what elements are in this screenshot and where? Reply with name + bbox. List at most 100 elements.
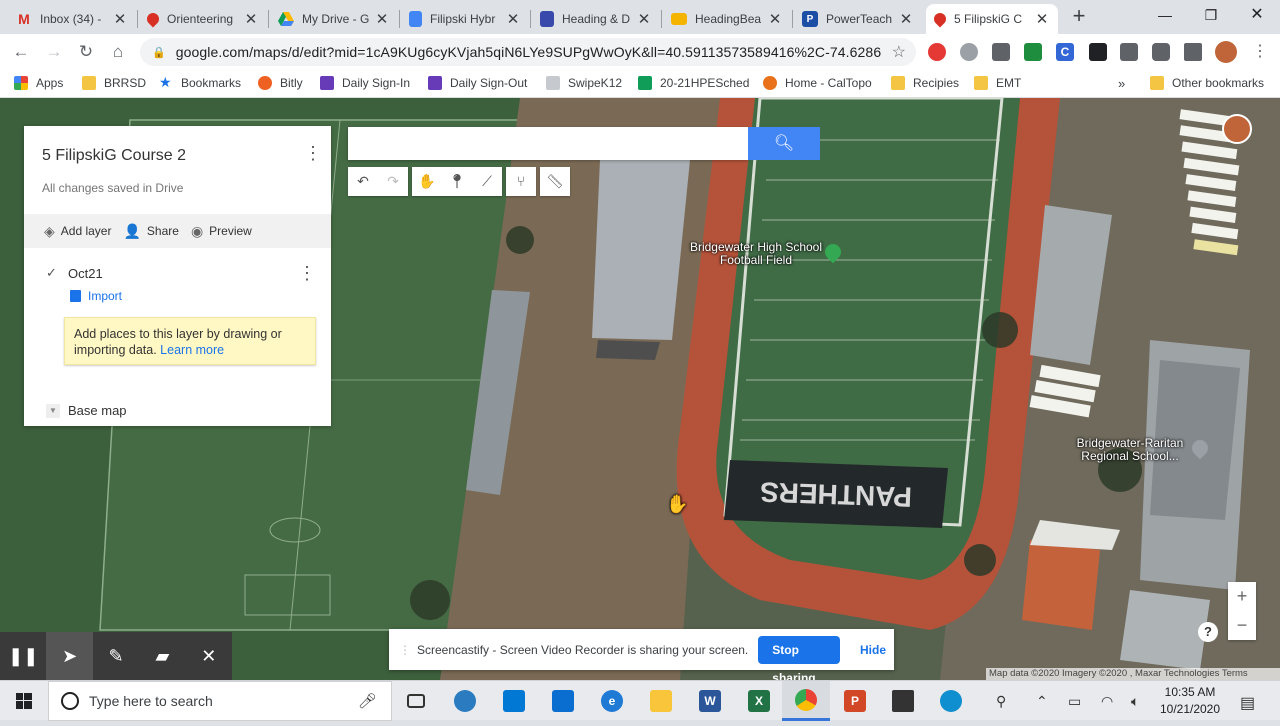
address-bar[interactable]: 🔒 google.com/maps/d/edit?mid=1cA9KUg6cyK… <box>140 38 916 66</box>
minimize-button[interactable]: — <box>1142 4 1188 28</box>
microphone-icon[interactable]: 🎤︎ <box>358 692 377 710</box>
add-marker-icon[interactable]: 📍︎ <box>442 167 472 196</box>
user-avatar[interactable] <box>1222 114 1252 144</box>
tab-heading-d[interactable]: Heading & D ✕ <box>532 4 660 34</box>
taskbar-chrome[interactable] <box>782 681 830 721</box>
extension-c-icon[interactable]: C <box>1056 43 1074 61</box>
bookmark-recipies[interactable]: Recipies <box>891 76 959 90</box>
taskbar-excel[interactable]: X <box>735 681 783 721</box>
people-icon[interactable]: ⚲ <box>996 693 1006 710</box>
profile-avatar[interactable] <box>1215 41 1237 63</box>
bookmark-caltopo[interactable]: Home - CalTopo <box>763 76 872 90</box>
taskbar-file-explorer[interactable] <box>637 681 685 721</box>
tab-my-drive[interactable]: My Drive - G ✕ <box>270 4 398 34</box>
close-tab-icon[interactable]: ✕ <box>505 10 521 28</box>
bookmark-bitly[interactable]: Bitly <box>258 76 303 90</box>
pen-tool-icon[interactable]: ✎ <box>93 632 139 680</box>
pause-icon[interactable]: ❚❚ <box>0 632 46 680</box>
ruler-icon[interactable]: 📏︎ <box>540 167 570 196</box>
zoom-out-button[interactable]: − <box>1228 611 1256 640</box>
bookmark-daily-sign-out[interactable]: Daily Sign-Out <box>428 76 527 90</box>
task-view-button[interactable] <box>392 681 440 721</box>
cast-icon[interactable] <box>1184 43 1202 61</box>
extensions-puzzle-icon[interactable] <box>1152 43 1170 61</box>
close-tab-icon[interactable]: ✕ <box>1034 10 1050 28</box>
close-tab-icon[interactable]: ✕ <box>374 10 390 28</box>
share-button[interactable]: 👤 Share <box>123 223 178 240</box>
redo-icon[interactable]: ↷ <box>378 167 408 196</box>
layer-row[interactable]: ✓ Oct21 <box>46 265 103 281</box>
close-tab-icon[interactable]: ✕ <box>243 10 259 28</box>
extension-grid-icon[interactable] <box>1120 43 1138 61</box>
bookmark-star-icon[interactable]: ☆ <box>892 42 906 62</box>
tab-powerteacher[interactable]: P PowerTeach ✕ <box>794 4 922 34</box>
home-icon[interactable]: ⌂ <box>106 40 130 64</box>
hide-button[interactable]: Hide <box>852 643 894 657</box>
map-search-button[interactable]: 🔍︎ <box>748 127 820 160</box>
taskbar-app-1[interactable] <box>441 681 489 721</box>
hand-tool-icon[interactable]: ✋ <box>412 167 442 196</box>
place-label-school[interactable]: Bridgewater-Raritan Regional School... <box>1060 437 1200 463</box>
bookmark-emt[interactable]: EMT <box>974 76 1021 90</box>
place-label-football-field[interactable]: Bridgewater High School Football Field <box>686 241 826 267</box>
taskbar-calculator[interactable] <box>879 681 927 721</box>
taskbar-store[interactable] <box>490 681 538 721</box>
bookmarks-overflow-chevron-icon[interactable]: » <box>1118 76 1125 91</box>
map-search-input[interactable] <box>348 127 748 160</box>
bookmark-swipek12[interactable]: SwipeK12 <box>546 76 622 90</box>
taskbar-powerpoint[interactable]: P <box>831 681 879 721</box>
taskbar-edge-legacy[interactable]: e <box>588 681 636 721</box>
directions-icon[interactable]: ⑂ <box>506 167 536 196</box>
learn-more-link[interactable]: Learn more <box>160 343 224 357</box>
close-tab-icon[interactable]: ✕ <box>636 10 652 28</box>
bookmark-hpe-sched[interactable]: 20-21HPESched <box>638 76 749 90</box>
extension-shield-icon[interactable] <box>992 43 1010 61</box>
taskbar-clock[interactable]: 10:35 AM 10/21/2020 <box>1158 684 1222 718</box>
close-window-button[interactable]: ✕ <box>1234 4 1280 28</box>
notifications-icon[interactable]: ▤ <box>1240 693 1255 713</box>
close-tab-icon[interactable]: ✕ <box>767 10 783 28</box>
close-tab-icon[interactable]: ✕ <box>112 10 128 28</box>
base-map-row[interactable]: ▼ Base map <box>46 403 127 418</box>
map-attribution[interactable]: Map data ©2020 Imagery ©2020 , Maxar Tec… <box>986 668 1280 680</box>
layer-name[interactable]: Oct21 <box>68 266 103 281</box>
extension-flag-icon[interactable] <box>1024 43 1042 61</box>
bookmark-bookmarks[interactable]: ★ Bookmarks <box>159 75 241 90</box>
volume-icon[interactable]: 🔈︎ <box>1131 693 1139 710</box>
taskbar-word[interactable]: W <box>686 681 734 721</box>
show-hidden-icons-chevron-icon[interactable]: ⌃ <box>1036 693 1048 710</box>
wifi-icon[interactable]: ◠ <box>1101 693 1113 710</box>
close-icon[interactable]: ✕ <box>186 632 232 680</box>
expand-arrow-icon[interactable]: ▼ <box>46 403 60 418</box>
zoom-in-button[interactable]: + <box>1228 582 1256 611</box>
reload-button[interactable]: ↻ <box>74 40 98 64</box>
map-options-kebab-icon[interactable]: ⋮ <box>304 144 322 164</box>
tab-headingbea[interactable]: HeadingBea ✕ <box>663 4 791 34</box>
help-icon[interactable]: ? <box>1198 622 1218 642</box>
bookmark-daily-sign-in[interactable]: Daily Sign-In <box>320 76 410 90</box>
forward-button[interactable]: → <box>42 40 66 64</box>
bookmark-apps[interactable]: Apps <box>14 76 63 90</box>
pointer-tool-icon[interactable]: ➤ <box>46 632 93 680</box>
windows-start-button[interactable] <box>0 681 48 721</box>
eraser-tool-icon[interactable]: ▰ <box>139 632 185 680</box>
undo-icon[interactable]: ↶ <box>348 167 378 196</box>
bookmark-other-bookmarks[interactable]: Other bookmarks <box>1150 76 1264 90</box>
import-link[interactable]: Import <box>70 289 122 303</box>
tab-my-maps-active[interactable]: 5 FilipskiG C ✕ <box>926 4 1058 34</box>
extension-help-icon[interactable] <box>960 43 978 61</box>
stop-sharing-button[interactable]: Stop sharing <box>758 635 840 685</box>
restore-button[interactable]: ❐ <box>1188 4 1234 28</box>
extension-screencastify-icon[interactable] <box>928 43 946 61</box>
extension-qr-icon[interactable] <box>1089 43 1107 61</box>
tab-orienteering[interactable]: Orienteering ✕ <box>139 4 267 34</box>
layer-options-kebab-icon[interactable]: ⋮ <box>298 264 316 284</box>
draw-line-icon[interactable]: ⟋ <box>472 167 502 196</box>
taskbar-mail[interactable] <box>539 681 587 721</box>
tab-gmail[interactable]: M Inbox (34) - ✕ <box>8 4 136 34</box>
checkbox-checked-icon[interactable]: ✓ <box>46 265 60 281</box>
taskbar-edge[interactable] <box>927 681 975 721</box>
close-tab-icon[interactable]: ✕ <box>898 10 914 28</box>
battery-icon[interactable]: ▭ <box>1068 693 1081 710</box>
back-button[interactable]: ← <box>9 40 33 64</box>
